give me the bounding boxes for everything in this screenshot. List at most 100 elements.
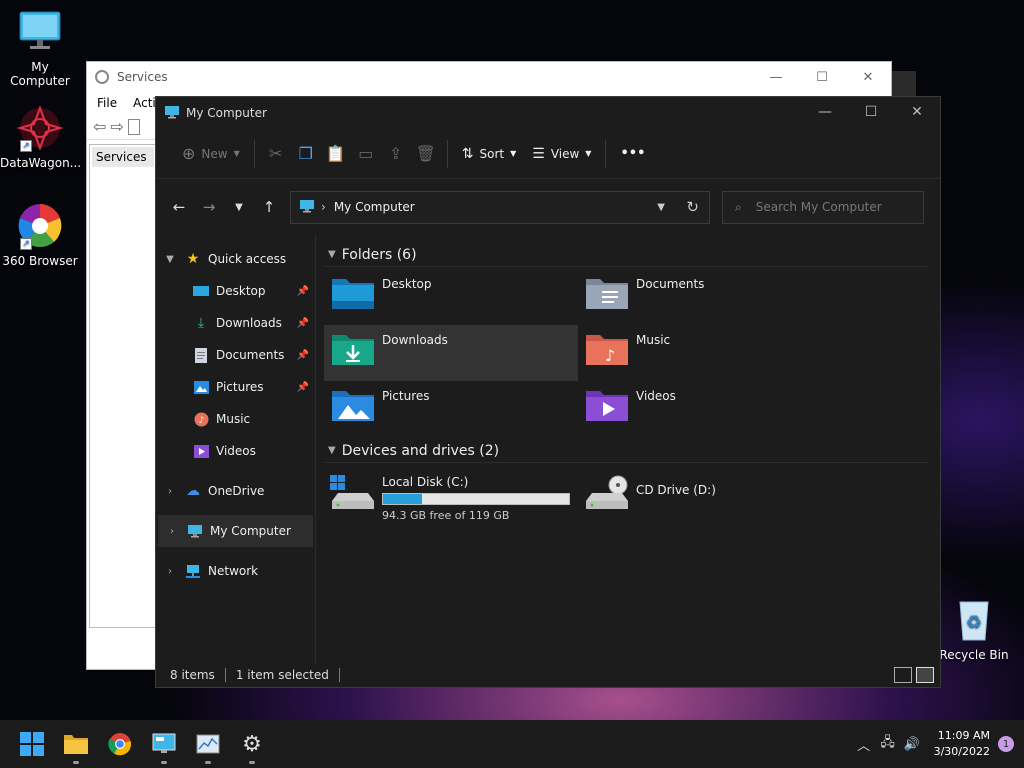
nav-item-downloads[interactable]: ⤓ Downloads 📌 (156, 307, 315, 339)
chevron-up-icon[interactable]: ︿ (852, 735, 876, 754)
nav-item-music[interactable]: ♪ Music (156, 403, 315, 435)
chevron-down-icon[interactable]: ▼ (156, 254, 184, 265)
address-dropdown-icon[interactable]: ▼ (657, 202, 665, 213)
maximize-button[interactable]: ☐ (848, 97, 894, 127)
command-bar: ⊕ New ▼ ✂ ❐ 📋 ▭ ⇪ 🗑 ⇅ Sort ▼ ☰ View ▼ ••… (156, 129, 940, 179)
nav-label: Documents (216, 348, 285, 362)
videos-folder-icon (584, 387, 630, 427)
control-panel-icon[interactable] (142, 722, 186, 766)
drive-tile-local-disk-c[interactable]: Local Disk (C:) 94.3 GB free of 119 GB (324, 469, 578, 525)
chevron-down-icon[interactable]: ▼ (328, 445, 336, 456)
folder-tile-downloads[interactable]: Downloads (324, 325, 578, 381)
console-tree-icon[interactable] (127, 118, 140, 135)
up-button[interactable]: ↑ (254, 192, 284, 222)
search-input[interactable]: ⌕ Search My Computer (722, 190, 924, 224)
nav-item-network[interactable]: › Network (156, 555, 315, 587)
nav-label: My Computer (210, 524, 291, 538)
forward-button[interactable]: → (194, 192, 224, 222)
back-arrow-icon[interactable]: ⇦ (93, 117, 106, 136)
svg-text:♪: ♪ (605, 346, 615, 365)
desktop-icon-recycle-bin[interactable]: ♻ Recycle Bin (934, 596, 1014, 662)
chevron-down-icon: ▼ (510, 149, 517, 158)
file-explorer-window[interactable]: My Computer — ☐ ✕ ⊕ New ▼ ✂ ❐ 📋 ▭ ⇪ 🗑 ⇅ … (155, 96, 941, 688)
see-more-button[interactable]: ••• (612, 138, 653, 170)
monitor-icon (16, 8, 64, 56)
recent-locations-button[interactable]: ▼ (224, 192, 254, 222)
drive-tile-cd-drive-d[interactable]: CD Drive (D:) (578, 469, 832, 525)
divider (338, 668, 340, 682)
tiles-view-icon[interactable] (916, 667, 934, 683)
rename-icon[interactable]: ▭ (351, 138, 381, 170)
close-button[interactable]: ✕ (845, 62, 891, 92)
shortcut-arrow-icon: ↗ (20, 140, 32, 152)
breadcrumb-chevron-icon[interactable]: › (321, 200, 326, 214)
folder-label: Desktop (382, 277, 432, 291)
refresh-icon[interactable]: ↻ (686, 198, 699, 216)
menu-file[interactable]: File (97, 96, 117, 110)
tree-item-services[interactable]: Services (92, 147, 154, 167)
minimize-button[interactable]: — (802, 97, 848, 127)
clock[interactable]: 11:09 AM 3/30/2022 (934, 728, 990, 760)
details-view-icon[interactable] (894, 667, 912, 683)
devices-group-header[interactable]: ▼ Devices and drives (2) (324, 439, 928, 463)
divider (253, 139, 255, 168)
address-bar[interactable]: › My Computer ▼ ↻ (290, 190, 710, 224)
copy-icon[interactable]: ❐ (291, 138, 321, 170)
selection-count: 1 item selected (235, 668, 329, 682)
file-explorer-icon[interactable] (54, 722, 98, 766)
pin-icon: 📌 (296, 349, 309, 361)
desktop-icon-360-browser[interactable]: ↗ 360 Browser (0, 202, 80, 268)
forward-arrow-icon[interactable]: ⇨ (110, 117, 123, 136)
view-button[interactable]: ☰ View ▼ (524, 138, 599, 170)
folders-group-header[interactable]: ▼ Folders (6) (324, 243, 928, 267)
chevron-right-icon[interactable]: › (158, 526, 186, 537)
view-label: View (550, 146, 580, 161)
nav-item-documents[interactable]: Documents 📌 (156, 339, 315, 371)
close-button[interactable]: ✕ (894, 97, 940, 127)
view-icon: ☰ (532, 145, 545, 162)
nav-item-desktop[interactable]: Desktop 📌 (156, 275, 315, 307)
nav-item-pictures[interactable]: Pictures 📌 (156, 371, 315, 403)
nav-item-videos[interactable]: Videos (156, 435, 315, 467)
share-icon[interactable]: ⇪ (381, 138, 411, 170)
new-button[interactable]: ⊕ New ▼ (174, 138, 248, 170)
chevron-down-icon[interactable]: ▼ (328, 249, 336, 260)
nav-item-onedrive[interactable]: › ☁ OneDrive (156, 475, 315, 507)
back-button[interactable]: ← (164, 192, 194, 222)
sort-button[interactable]: ⇅ Sort ▼ (454, 138, 525, 170)
drive-usage-fill (383, 494, 423, 504)
folder-tile-documents[interactable]: Documents (578, 269, 832, 325)
datawagon-icon: ↗ (16, 104, 64, 152)
delete-icon[interactable]: 🗑 (411, 138, 441, 170)
group-title: Folders (6) (341, 246, 417, 263)
start-icon[interactable] (10, 722, 54, 766)
navigation-pane: ▼ ★ Quick access Desktop 📌 ⤓ Downloads 📌… (156, 235, 316, 663)
cut-icon[interactable]: ✂ (261, 138, 291, 170)
folder-tile-videos[interactable]: Videos (578, 381, 832, 437)
paste-icon[interactable]: 📋 (321, 138, 351, 170)
folder-tile-pictures[interactable]: Pictures (324, 381, 578, 437)
settings-icon[interactable]: ⚙ (230, 722, 274, 766)
divider (446, 139, 448, 168)
chevron-down-icon: ▼ (233, 149, 240, 158)
network-status-icon[interactable]: 🖧 (876, 733, 900, 755)
volume-icon[interactable]: 🔊 (900, 737, 924, 752)
folder-tile-desktop[interactable]: Desktop (324, 269, 578, 325)
desktop-icon-label: Recycle Bin (939, 648, 1009, 662)
maximize-button[interactable]: ☐ (799, 62, 845, 92)
task-manager-icon[interactable] (186, 722, 230, 766)
desktop-icon-datawagon[interactable]: ↗ DataWagon... (0, 104, 81, 170)
chevron-right-icon[interactable]: › (156, 566, 184, 577)
item-count: 8 items (170, 668, 215, 682)
running-indicator (161, 761, 167, 764)
nav-item-quick-access[interactable]: ▼ ★ Quick access (156, 243, 315, 275)
folder-tile-music[interactable]: ♪ Music (578, 325, 832, 381)
nav-item-my-computer[interactable]: › My Computer (158, 515, 313, 547)
chevron-right-icon[interactable]: › (156, 486, 184, 497)
breadcrumb[interactable]: My Computer (334, 200, 415, 214)
notification-badge[interactable]: 1 (998, 736, 1014, 752)
minimize-button[interactable]: — (753, 62, 799, 92)
drive-usage-bar (382, 493, 570, 505)
desktop-icon-my-computer[interactable]: My Computer (0, 8, 80, 88)
chrome-icon[interactable] (98, 722, 142, 766)
